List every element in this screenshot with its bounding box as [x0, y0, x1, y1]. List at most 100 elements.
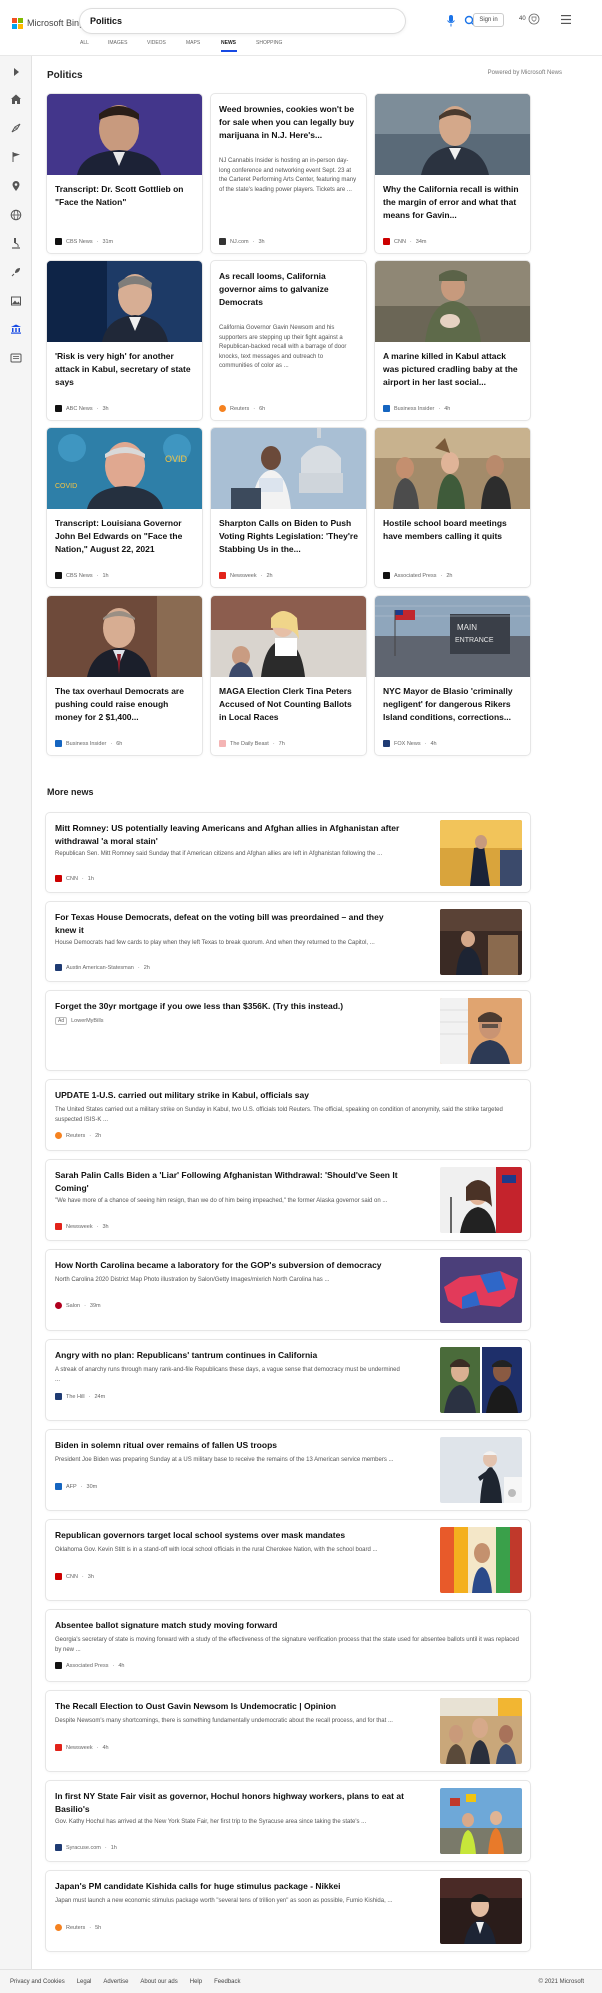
rocket-icon[interactable] [10, 266, 22, 278]
news-item-title[interactable]: In first NY State Fair visit as governor… [55, 1790, 405, 1816]
news-list-item[interactable]: Biden in solemn ritual over remains of f… [46, 1430, 530, 1510]
card-title[interactable]: The tax overhaul Democrats are pushing c… [55, 685, 194, 724]
compass-icon[interactable] [10, 122, 22, 134]
card-title[interactable]: NYC Mayor de Blasio 'criminally negligen… [383, 685, 522, 724]
news-list-item[interactable]: Republican governors target local school… [46, 1520, 530, 1600]
news-item-title[interactable]: UPDATE 1-U.S. carried out military strik… [55, 1089, 521, 1102]
news-list-item[interactable]: Angry with no plan: Republicans' tantrum… [46, 1340, 530, 1420]
tab-shopping[interactable]: SHOPPING [256, 40, 296, 54]
card-source: CBS News · 31m [55, 238, 113, 245]
news-item-title[interactable]: Angry with no plan: Republicans' tantrum… [55, 1349, 405, 1362]
card-title[interactable]: A marine killed in Kabul attack was pict… [383, 350, 522, 389]
news-list-item[interactable]: How North Carolina became a laboratory f… [46, 1250, 530, 1330]
news-item-title[interactable]: Biden in solemn ritual over remains of f… [55, 1439, 405, 1452]
svg-text:OVID: OVID [165, 454, 188, 464]
news-list-item[interactable]: Japan's PM candidate Kishida calls for h… [46, 1871, 530, 1951]
tab-all[interactable]: ALL [80, 40, 108, 54]
card-title[interactable]: Sharpton Calls on Biden to Push Voting R… [219, 517, 358, 556]
news-item-title[interactable]: The Recall Election to Oust Gavin Newsom… [55, 1700, 405, 1713]
rewards-trophy-icon[interactable] [528, 13, 540, 25]
news-item-source: Salon · 39m [55, 1302, 101, 1309]
news-card[interactable]: A marine killed in Kabul attack was pict… [375, 261, 530, 420]
bank-icon[interactable] [10, 323, 22, 335]
news-list-item[interactable]: Absentee ballot signature match study mo… [46, 1610, 530, 1681]
expand-arrow-icon[interactable] [10, 66, 22, 78]
news-item-title[interactable]: Forget the 30yr mortgage if you owe less… [55, 1000, 405, 1013]
tab-maps[interactable]: MAPS [186, 40, 221, 54]
news-card[interactable]: Why the California recall is within the … [375, 94, 530, 253]
news-list-item[interactable]: In first NY State Fair visit as governor… [46, 1781, 530, 1861]
news-item-image [440, 909, 522, 975]
search-input[interactable] [90, 14, 350, 28]
news-card[interactable]: MAGA Election Clerk Tina Peters Accused … [211, 596, 366, 755]
hamburger-menu-icon[interactable] [561, 15, 571, 24]
card-title[interactable]: MAGA Election Clerk Tina Peters Accused … [219, 685, 358, 724]
card-source: ABC News · 3h [55, 405, 109, 412]
tab-videos[interactable]: VIDEOS [147, 40, 186, 54]
map-pin-icon[interactable] [10, 180, 22, 192]
news-card[interactable]: Weed brownies, cookies won't be for sale… [211, 94, 366, 253]
powered-by-label[interactable]: Powered by Microsoft News [488, 70, 562, 76]
news-item-image [440, 1347, 522, 1413]
news-item-title[interactable]: Sarah Palin Calls Biden a 'Liar' Followi… [55, 1169, 405, 1195]
news-item-title[interactable]: Republican governors target local school… [55, 1529, 405, 1542]
cnn-logo-icon [383, 238, 390, 245]
sponsored-list-item[interactable]: Forget the 30yr mortgage if you owe less… [46, 991, 530, 1070]
footer-link-help[interactable]: Help [190, 1979, 202, 1985]
news-card[interactable]: MAIN ENTRANCE NYC Mayor de Blasio 'crimin… [375, 596, 530, 755]
news-list-item[interactable]: UPDATE 1-U.S. carried out military strik… [46, 1080, 530, 1150]
footer-link-feedback[interactable]: Feedback [214, 1979, 240, 1985]
microphone-icon[interactable] [446, 15, 456, 27]
news-item-title[interactable]: How North Carolina became a laboratory f… [55, 1259, 405, 1272]
card-title[interactable]: Why the California recall is within the … [383, 183, 522, 222]
search-box[interactable] [80, 9, 476, 33]
card-title[interactable]: Weed brownies, cookies won't be for sale… [219, 103, 358, 142]
microsoft-logo-icon [12, 17, 23, 29]
card-title[interactable]: Hostile school board meetings have membe… [383, 517, 522, 543]
news-item-title[interactable]: Absentee ballot signature match study mo… [55, 1619, 521, 1632]
news-card[interactable]: Hostile school board meetings have membe… [375, 428, 530, 587]
news-item-image [440, 1878, 522, 1944]
card-title[interactable]: Transcript: Louisiana Governor John Bel … [55, 517, 194, 556]
news-item-source: CNN · 1h [55, 875, 94, 882]
footer-link-legal[interactable]: Legal [77, 1979, 92, 1985]
cbs-logo-icon [55, 238, 62, 245]
card-title[interactable]: Transcript: Dr. Scott Gottlieb on "Face … [55, 183, 194, 209]
tab-news[interactable]: NEWS [221, 40, 237, 54]
tab-images[interactable]: IMAGES [108, 40, 147, 54]
news-card[interactable]: 'Risk is very high' for another attack i… [47, 261, 202, 420]
news-list-item[interactable]: Sarah Palin Calls Biden a 'Liar' Followi… [46, 1160, 530, 1240]
afp-logo-icon [55, 1483, 62, 1490]
news-list-item[interactable]: For Texas House Democrats, defeat on the… [46, 902, 530, 981]
card-title[interactable]: 'Risk is very high' for another attack i… [55, 350, 194, 389]
news-item-title[interactable]: Japan's PM candidate Kishida calls for h… [55, 1880, 405, 1893]
footer-link-advertise[interactable]: Advertise [103, 1979, 128, 1985]
bing-logo[interactable]: Microsoft Bing [12, 16, 84, 30]
news-card[interactable]: Transcript: Dr. Scott Gottlieb on "Face … [47, 94, 202, 253]
sign-in-button[interactable]: Sign in [473, 13, 504, 27]
njcom-logo-icon [219, 238, 226, 245]
news-card[interactable]: OVID COVID Transcript: Louisiana Governor… [47, 428, 202, 587]
footer-link-privacy[interactable]: Privacy and Cookies [10, 1979, 65, 1985]
newspaper-icon[interactable] [10, 352, 22, 364]
card-title[interactable]: As recall looms, California governor aim… [219, 270, 358, 309]
home-icon[interactable] [10, 93, 22, 105]
newsweek-logo-icon [219, 572, 226, 579]
news-list-item[interactable]: Mitt Romney: US potentially leaving Amer… [46, 813, 530, 892]
globe-icon[interactable] [10, 209, 22, 221]
news-list-item[interactable]: The Recall Election to Oust Gavin Newsom… [46, 1691, 530, 1771]
footer-link-about-ads[interactable]: About our ads [140, 1979, 177, 1985]
syracuse-logo-icon [55, 1844, 62, 1851]
news-item-title[interactable]: Mitt Romney: US potentially leaving Amer… [55, 822, 405, 848]
microscope-icon[interactable] [10, 237, 22, 249]
news-card[interactable]: Sharpton Calls on Biden to Push Voting R… [211, 428, 366, 587]
ad-badge: Ad [55, 1017, 68, 1025]
news-item-title[interactable]: For Texas House Democrats, defeat on the… [55, 911, 405, 937]
card-source: Business Insider · 4h [383, 405, 450, 412]
rewards-count[interactable]: 40 [519, 16, 526, 22]
image-icon[interactable] [10, 295, 22, 307]
top-bar: Microsoft Bing Sign in 40 ALL IMAGES VID… [0, 0, 602, 56]
flag-icon[interactable] [10, 151, 22, 163]
news-card[interactable]: As recall looms, California governor aim… [211, 261, 366, 420]
news-card[interactable]: The tax overhaul Democrats are pushing c… [47, 596, 202, 755]
